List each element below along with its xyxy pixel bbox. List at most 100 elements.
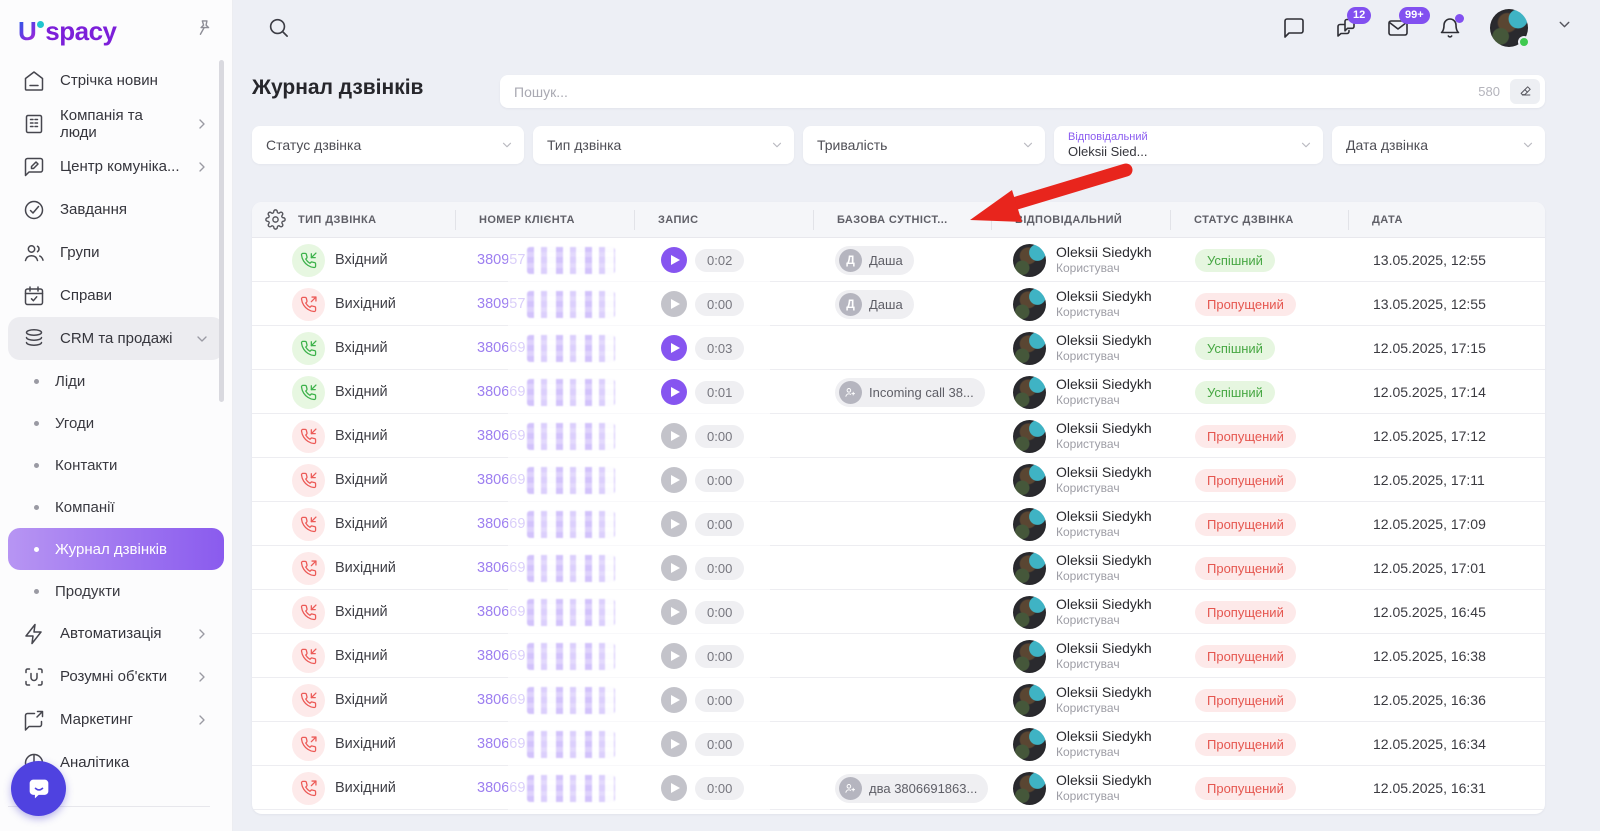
column-header-number[interactable]: НОМЕР КЛІЄНТА xyxy=(455,202,634,238)
sidebar-item-contacts[interactable]: Контакти xyxy=(8,444,224,486)
call-date: 12.05.2025, 17:14 xyxy=(1348,370,1545,414)
sidebar-item-label: Завдання xyxy=(60,201,127,218)
call-type-icon xyxy=(292,640,325,673)
sidebar-item-call-log[interactable]: Журнал дзвінків xyxy=(8,528,224,570)
table-row[interactable]: Вхідний 380669 0:03 Oleksii Siedykh Кори… xyxy=(252,326,1545,370)
column-header-record[interactable]: ЗАПИС xyxy=(634,202,813,238)
client-number-link[interactable]: 380669 xyxy=(477,384,525,400)
client-number-link[interactable]: 380957 xyxy=(477,252,525,268)
play-button[interactable] xyxy=(661,379,687,405)
chevron-down-icon xyxy=(1556,16,1573,33)
table-row[interactable]: Вхідний 380669 0:00 Oleksii Siedykh Кори… xyxy=(252,590,1545,634)
client-number-link[interactable]: 380669 xyxy=(477,692,525,708)
global-search-button[interactable] xyxy=(267,16,291,40)
sidebar-item-deals[interactable]: Угоди xyxy=(8,402,224,444)
client-number-link[interactable]: 380669 xyxy=(477,560,525,576)
responsible-avatar xyxy=(1013,684,1046,717)
sidebar-item-companies[interactable]: Компанії xyxy=(8,486,224,528)
table-row[interactable]: Вхідний 380669 0:00 Oleksii Siedykh Кори… xyxy=(252,502,1545,546)
play-button[interactable] xyxy=(661,643,687,669)
table-row[interactable]: Вхідний 380669 0:00 Oleksii Siedykh Кори… xyxy=(252,458,1545,502)
search-icon xyxy=(267,16,290,39)
table-row[interactable]: Вихідний 380957 0:00 Д Даша Oleksii Sied… xyxy=(252,282,1545,326)
user-avatar[interactable] xyxy=(1490,9,1528,47)
support-chat-button[interactable] xyxy=(11,761,66,816)
entity-chip[interactable]: Д Даша xyxy=(835,290,914,319)
client-number-link[interactable]: 380669 xyxy=(477,604,525,620)
filter-duration[interactable]: Тривалість xyxy=(803,126,1045,164)
table-row[interactable]: Вхідний 380669 0:00 Oleksii Siedykh Кори… xyxy=(252,678,1545,722)
client-number-link[interactable]: 380669 xyxy=(477,516,525,532)
client-number-link[interactable]: 380669 xyxy=(477,472,525,488)
responsible-avatar xyxy=(1013,640,1046,673)
sidebar-item-crm[interactable]: CRM та продажі xyxy=(8,317,224,360)
client-number-link[interactable]: 380669 xyxy=(477,428,525,444)
status-badge: Пропущений xyxy=(1195,293,1296,316)
person-plus-icon xyxy=(844,386,857,399)
sidebar-item-groups[interactable]: Групи xyxy=(8,231,224,274)
play-button[interactable] xyxy=(661,335,687,361)
column-header-type[interactable]: ТИП ДЗВІНКА xyxy=(252,202,455,238)
sidebar-scrollbar[interactable] xyxy=(219,60,224,402)
sidebar-item-communication-center[interactable]: Центр комуніка... xyxy=(8,145,224,188)
play-button[interactable] xyxy=(661,291,687,317)
table-row[interactable]: Вихідний 380669 0:00 Oleksii Siedykh Кор… xyxy=(252,546,1545,590)
sidebar-item-leads[interactable]: Ліди xyxy=(8,360,224,402)
play-button[interactable] xyxy=(661,423,687,449)
client-number-link[interactable]: 380669 xyxy=(477,340,525,356)
play-button[interactable] xyxy=(661,467,687,493)
sidebar-item-products[interactable]: Продукти xyxy=(8,570,224,612)
profile-menu-button[interactable] xyxy=(1556,16,1580,40)
sidebar-item-marketing[interactable]: Маркетинг xyxy=(8,698,224,741)
table-row[interactable]: Вихідний 380669 0:00 два 3806691863... O… xyxy=(252,766,1545,810)
table-settings-button[interactable] xyxy=(265,209,286,230)
table-row[interactable]: Вхідний 380669 0:00 Oleksii Siedykh Кори… xyxy=(252,634,1545,678)
entity-chip[interactable]: Incoming call 38... xyxy=(835,378,985,407)
client-number-link[interactable]: 380669 xyxy=(477,648,525,664)
filter-label: Статус дзвінка xyxy=(252,137,361,153)
table-row[interactable]: Вхідний 380669 0:00 Oleksii Siedykh Кори… xyxy=(252,414,1545,458)
call-date: 13.05.2025, 12:55 xyxy=(1348,238,1545,282)
sidebar-item-news-feed[interactable]: Стрічка новин xyxy=(8,59,224,102)
play-button[interactable] xyxy=(661,247,687,273)
play-button[interactable] xyxy=(661,687,687,713)
topbar-actions: 12 99+ xyxy=(1282,0,1580,56)
play-button[interactable] xyxy=(661,511,687,537)
filter-call-date[interactable]: Дата дзвінка xyxy=(1332,126,1545,164)
sidebar-item-smart-objects[interactable]: Розумні об'єкти xyxy=(8,655,224,698)
column-header-responsible[interactable]: ВІДПОВІДАЛЬНИЙ xyxy=(991,202,1170,238)
comments-button[interactable] xyxy=(1282,16,1306,40)
play-button[interactable] xyxy=(661,555,687,581)
play-button[interactable] xyxy=(661,775,687,801)
entity-chip[interactable]: два 3806691863... xyxy=(835,774,988,803)
responsible-avatar xyxy=(1013,772,1046,805)
column-header-base-entity[interactable]: БАЗОВА СУТНІСТ... xyxy=(813,202,991,238)
column-header-status[interactable]: СТАТУС ДЗВІНКА xyxy=(1170,202,1348,238)
phone-incoming-icon xyxy=(300,516,317,533)
play-button[interactable] xyxy=(661,731,687,757)
mail-button[interactable]: 99+ xyxy=(1386,16,1410,40)
sidebar-item-tasks[interactable]: Завдання xyxy=(8,188,224,231)
client-number-link[interactable]: 380669 xyxy=(477,780,525,796)
client-number-link[interactable]: 380669 xyxy=(477,736,525,752)
column-title: БАЗОВА СУТНІСТ... xyxy=(837,214,948,226)
sidebar-item-automation[interactable]: Автоматизація xyxy=(8,612,224,655)
messenger-button[interactable]: 12 xyxy=(1334,16,1358,40)
sidebar-item-company-people[interactable]: Компанія та люди xyxy=(8,102,224,145)
table-row[interactable]: Вхідний 380957 0:02 Д Даша Oleksii Siedy… xyxy=(252,238,1545,282)
search-input[interactable] xyxy=(500,84,1478,100)
filter-responsible[interactable]: Відповідальний Oleksii Sied... xyxy=(1054,126,1323,164)
column-header-date[interactable]: ДАТА xyxy=(1348,202,1545,238)
chevron-down-icon xyxy=(500,138,514,152)
filter-call-status[interactable]: Статус дзвінка xyxy=(252,126,524,164)
play-button[interactable] xyxy=(661,599,687,625)
table-row[interactable]: Вихідний 380669 0:00 Oleksii Siedykh Кор… xyxy=(252,722,1545,766)
sidebar-item-activities[interactable]: Справи xyxy=(8,274,224,317)
clear-search-button[interactable] xyxy=(1510,79,1540,104)
client-number-link[interactable]: 380957 xyxy=(477,296,525,312)
entity-chip[interactable]: Д Даша xyxy=(835,246,914,275)
table-row[interactable]: Вхідний 380669 0:01 Incoming call 38... … xyxy=(252,370,1545,414)
filter-call-type[interactable]: Тип дзвінка xyxy=(533,126,794,164)
sidebar-pin-button[interactable] xyxy=(194,18,216,40)
notifications-button[interactable] xyxy=(1438,16,1462,40)
